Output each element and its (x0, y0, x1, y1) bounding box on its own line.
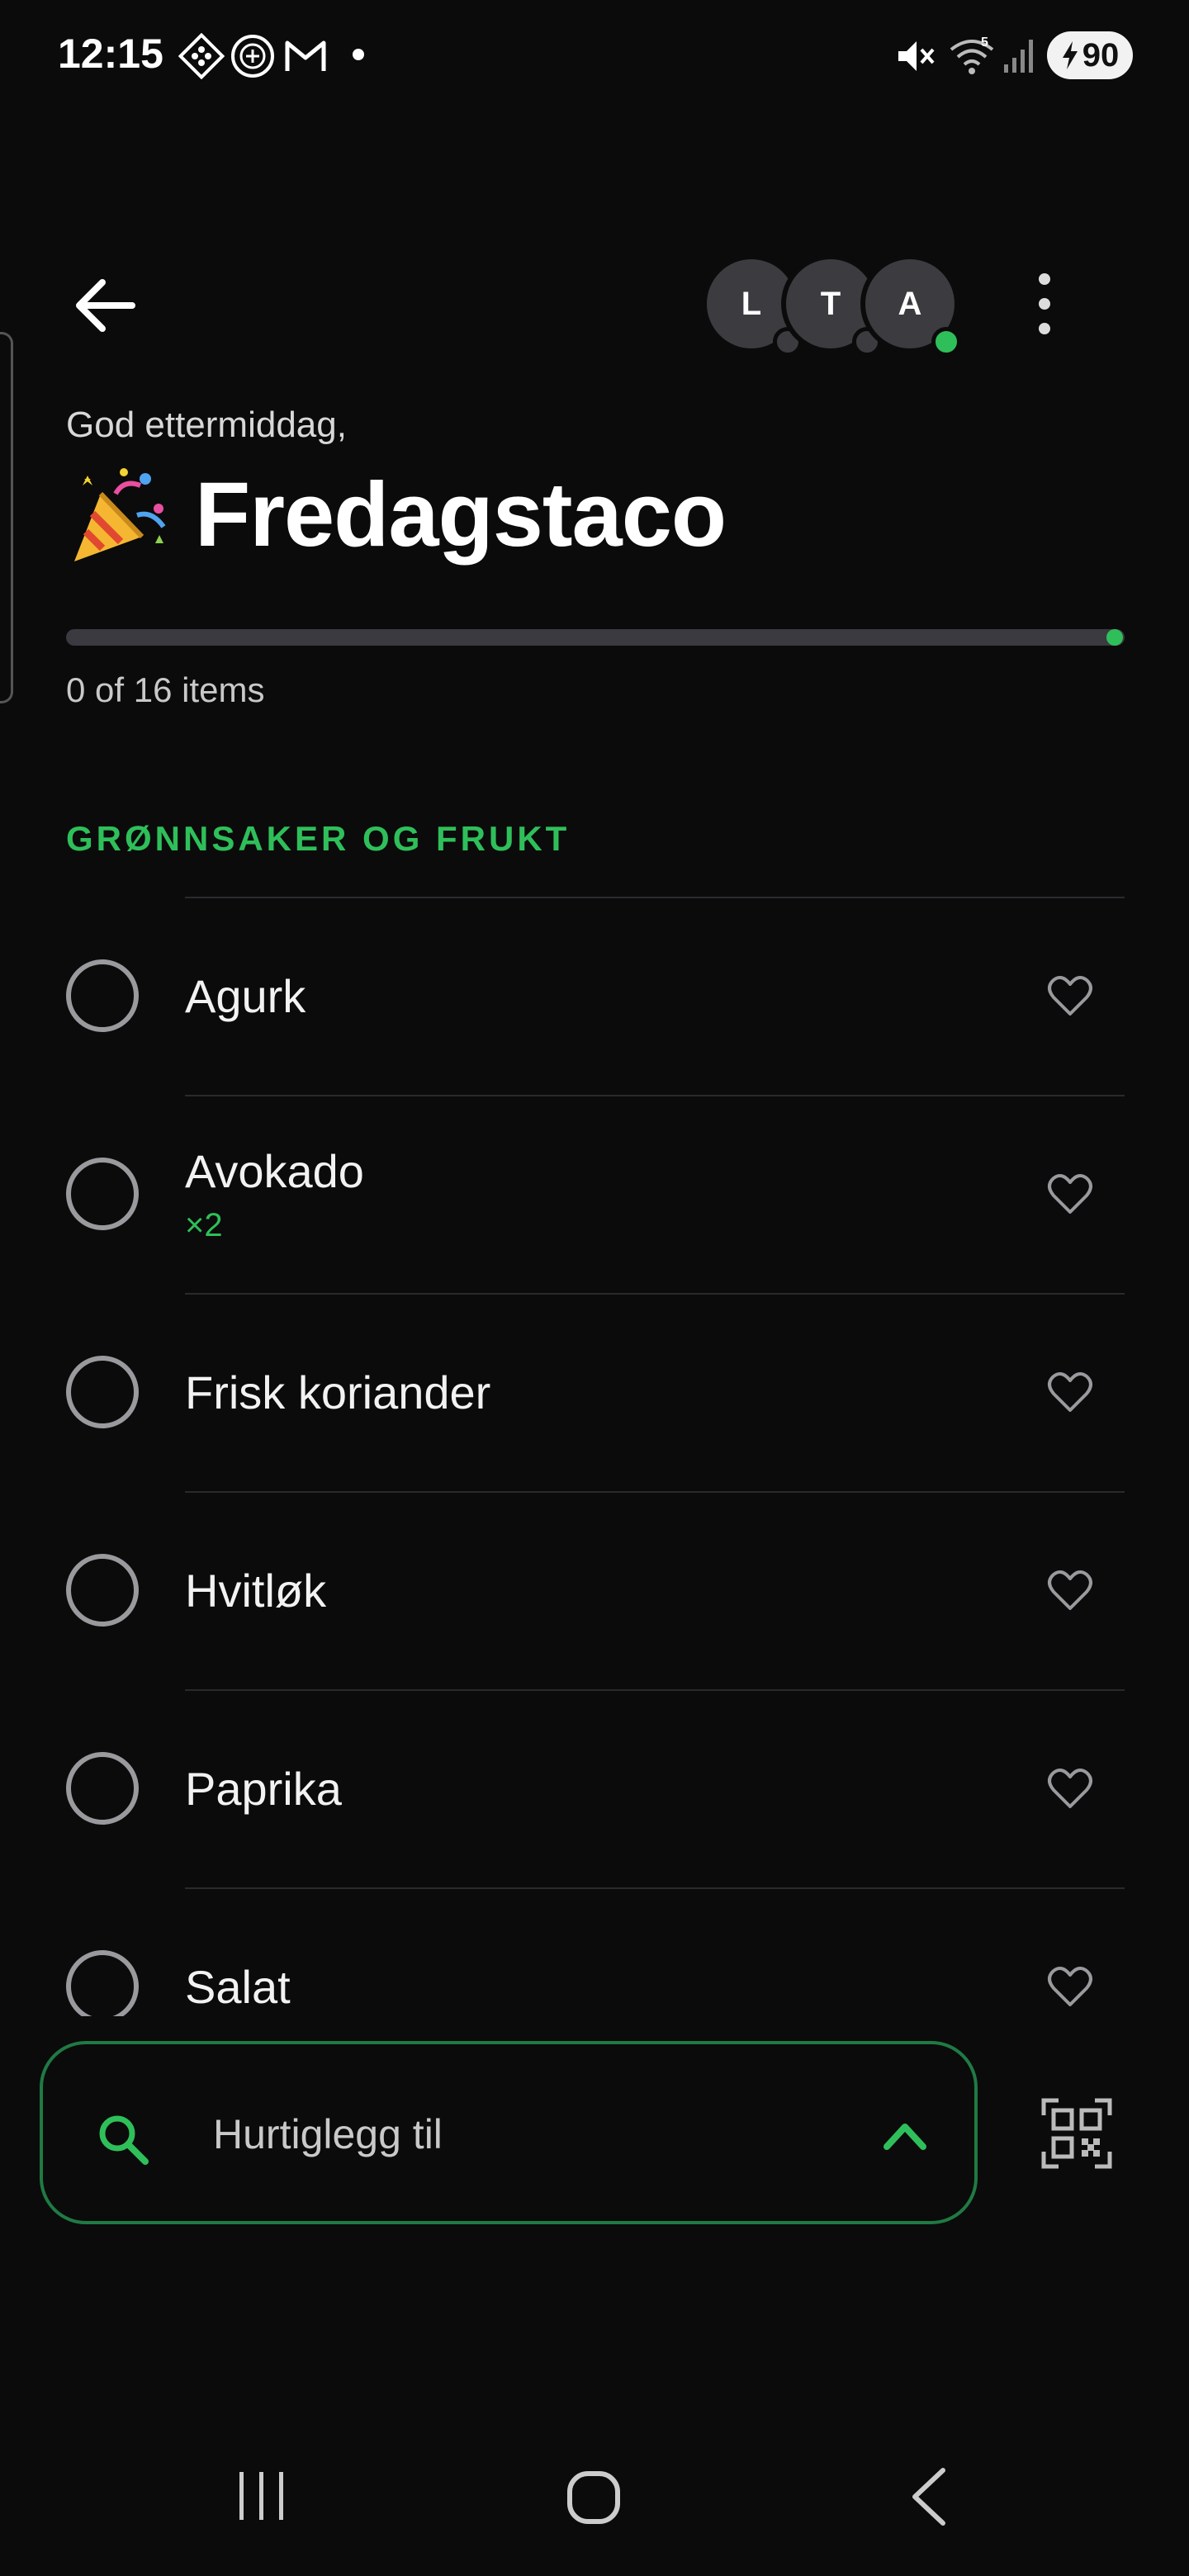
item-name: Paprika (185, 1763, 342, 1815)
recent-apps-icon[interactable] (234, 2469, 289, 2523)
item-name: Agurk (185, 970, 306, 1022)
item-checkbox[interactable] (66, 1356, 139, 1428)
mute-icon (898, 41, 935, 71)
edge-panel-handle[interactable] (0, 332, 13, 703)
divider (185, 1491, 1125, 1493)
favorite-heart-icon[interactable] (1047, 1569, 1093, 1612)
favorite-heart-icon[interactable] (1047, 974, 1093, 1017)
progress-bar (66, 629, 1125, 646)
item-list: Agurk Avokado ×2 Frisk koriander Hvitløk… (0, 897, 1189, 2016)
system-nav-bar (0, 2417, 1189, 2576)
avatar-initial: L (741, 285, 762, 322)
search-icon (99, 2115, 149, 2165)
divider (185, 897, 1125, 898)
svg-text:5: 5 (981, 36, 988, 50)
notification-dot (353, 49, 364, 60)
widget-icon (178, 33, 225, 79)
signal-icon (1004, 40, 1033, 73)
list-title-row: Fredagstaco (66, 461, 727, 568)
club-crest-icon (231, 35, 274, 78)
greeting-text: God ettermiddag, (66, 405, 347, 445)
item-checkbox[interactable] (66, 959, 139, 1032)
list-item[interactable]: Salat (0, 1887, 1189, 2016)
status-time: 12:15 (58, 31, 163, 77)
more-options-icon[interactable] (1024, 269, 1065, 339)
favorite-heart-icon[interactable] (1047, 1371, 1093, 1413)
list-item[interactable]: Hvitløk (0, 1491, 1189, 1689)
online-status-dot (931, 327, 961, 357)
avatar-initial: A (898, 285, 922, 322)
favorite-heart-icon[interactable] (1047, 1965, 1093, 2008)
item-quantity: ×2 (185, 1207, 223, 1243)
qr-code-icon[interactable] (1040, 2097, 1113, 2170)
list-item[interactable]: Frisk koriander (0, 1293, 1189, 1491)
gmail-icon (285, 40, 326, 71)
battery-indicator: 90 (1047, 31, 1133, 79)
favorite-heart-icon[interactable] (1047, 1172, 1093, 1215)
divider (185, 1689, 1125, 1691)
chevron-up-icon[interactable] (880, 2115, 930, 2157)
item-checkbox[interactable] (66, 1554, 139, 1627)
item-name: Avokado (185, 1145, 364, 1197)
item-name: Salat (185, 1961, 291, 2013)
wifi-icon: 5 (950, 36, 994, 74)
list-item[interactable]: Paprika (0, 1689, 1189, 1887)
back-arrow-icon[interactable] (69, 272, 144, 339)
item-checkbox[interactable] (66, 1752, 139, 1825)
divider (185, 1887, 1125, 1889)
party-popper-icon[interactable] (66, 461, 173, 568)
progress-indicator (1106, 629, 1123, 646)
item-checkbox[interactable] (66, 1950, 139, 2016)
quick-add-bar[interactable]: Hurtiglegg til (40, 2041, 978, 2224)
favorite-heart-icon[interactable] (1047, 1767, 1093, 1810)
nav-back-icon[interactable] (905, 2465, 951, 2528)
section-title[interactable]: GRØNNSAKER OG FRUKT (66, 819, 570, 859)
list-item[interactable]: Avokado ×2 (0, 1095, 1189, 1293)
battery-level: 90 (1082, 36, 1120, 73)
list-item[interactable]: Agurk (0, 897, 1189, 1095)
progress-text: 0 of 16 items (66, 670, 265, 709)
home-icon[interactable] (565, 2469, 623, 2526)
item-checkbox[interactable] (66, 1158, 139, 1230)
divider (185, 1293, 1125, 1295)
item-name: Hvitløk (185, 1565, 327, 1617)
divider (185, 1095, 1125, 1096)
item-name: Frisk koriander (185, 1366, 491, 1418)
status-bar: 12:15 5 90 (0, 0, 1189, 112)
battery-charging-icon (1062, 41, 1078, 69)
list-title[interactable]: Fredagstaco (195, 462, 727, 567)
quick-add-input[interactable]: Hurtiglegg til (213, 2110, 443, 2158)
app-screen: 12:15 5 90 L T A God ettermiddag, Fredag… (0, 0, 1189, 2576)
avatar-initial: T (820, 285, 841, 322)
